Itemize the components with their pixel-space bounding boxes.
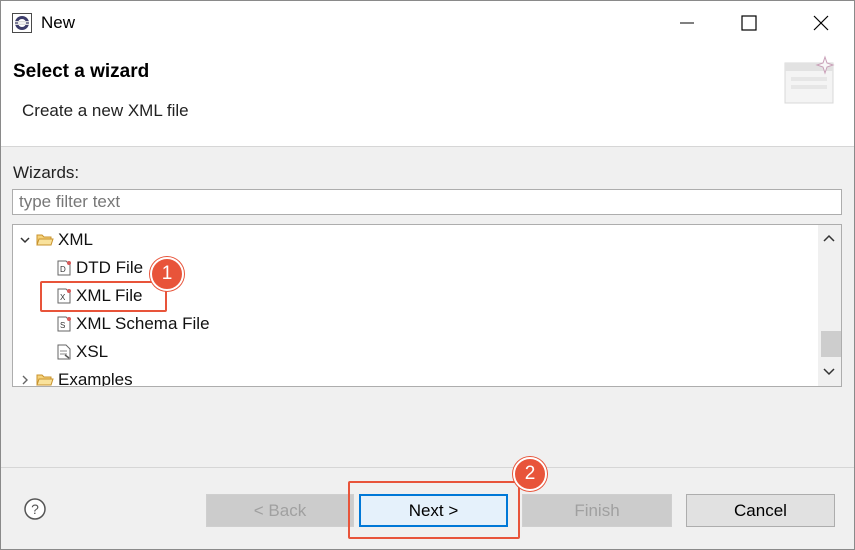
tree-label-xml: XML (58, 230, 93, 249)
tree-item-xml-schema-file[interactable]: S XML Schema File (56, 311, 210, 337)
tree-label-xsl: XSL (76, 342, 109, 361)
svg-text:D: D (60, 265, 66, 274)
step-badge-1: 1 (150, 257, 184, 291)
filter-input[interactable] (13, 190, 841, 214)
step-badge-2: 2 (513, 457, 547, 491)
tree-label-xml-schema-file: XML Schema File (76, 314, 210, 333)
svg-text:S: S (60, 321, 65, 330)
tree-item-dtd-file[interactable]: D DTD File (56, 255, 143, 281)
scroll-down-arrow-icon[interactable] (821, 365, 837, 379)
help-icon[interactable]: ? (23, 497, 47, 521)
footer-separator (1, 467, 854, 468)
highlight-xml-file (40, 281, 167, 312)
scrollbar-thumb[interactable] (821, 331, 841, 357)
close-icon (813, 15, 829, 31)
folder-icon (36, 374, 54, 386)
close-button[interactable] (791, 1, 851, 45)
cancel-button[interactable]: Cancel (686, 494, 835, 527)
tree-node-xml[interactable]: XML (19, 227, 93, 253)
xsl-file-icon (57, 344, 71, 360)
eclipse-app-icon (12, 13, 32, 33)
maximize-button[interactable] (719, 1, 779, 45)
chevron-down-icon[interactable] (19, 234, 31, 246)
minimize-button[interactable] (657, 1, 717, 45)
open-folder-icon (36, 234, 54, 246)
tree-label-examples: Examples (58, 370, 133, 387)
banner-title: Select a wizard (13, 61, 150, 82)
tree-node-examples[interactable]: Examples (19, 367, 133, 387)
finish-button[interactable]: Finish (522, 494, 672, 527)
tree-item-xsl[interactable]: XSL (56, 339, 108, 365)
scroll-up-arrow-icon[interactable] (821, 231, 837, 245)
new-wizard-banner-icon (784, 55, 835, 104)
svg-text:?: ? (31, 501, 39, 517)
xml-schema-file-icon: S (57, 316, 71, 332)
wizard-banner: Select a wizard Create a new XML file (1, 45, 854, 147)
title-bar: New (1, 1, 854, 45)
filter-field[interactable] (12, 189, 842, 215)
highlight-next-button (348, 481, 520, 539)
dtd-file-icon: D (57, 260, 71, 276)
tree-scrollbar[interactable] (818, 225, 841, 386)
chevron-right-icon[interactable] (19, 374, 31, 386)
window-title: New (41, 13, 76, 32)
maximize-icon (741, 15, 757, 31)
new-wizard-dialog: New Select a wizard Create a new XML fil… (0, 0, 855, 550)
back-button[interactable]: < Back (206, 494, 354, 527)
tree-label-dtd-file: DTD File (76, 258, 144, 277)
wizards-label: Wizards: (13, 163, 80, 182)
minimize-icon (680, 22, 694, 24)
banner-description: Create a new XML file (22, 101, 189, 120)
